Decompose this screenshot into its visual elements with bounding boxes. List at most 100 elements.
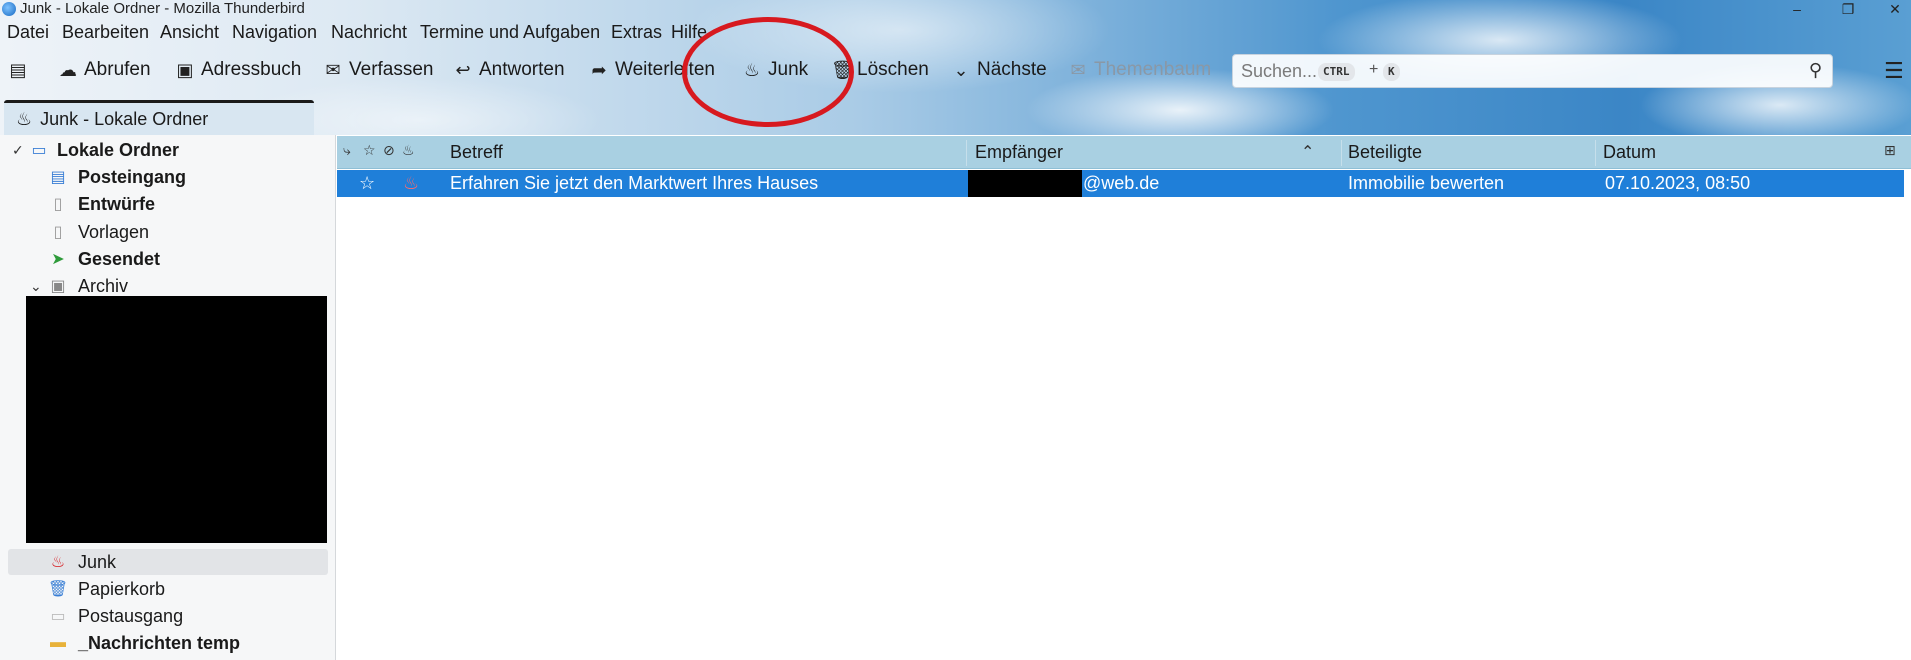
search-icon[interactable]: ⚲ [1809, 60, 1822, 81]
column-subject[interactable]: Betreff [450, 142, 503, 163]
minimize-button[interactable]: – [1782, 0, 1812, 18]
menu-termine[interactable]: Termine und Aufgaben [420, 22, 600, 43]
folder-nachrichten-temp[interactable]: ▬ _Nachrichten temp [0, 630, 336, 656]
archive-icon: ▣ [50, 278, 66, 295]
table-row[interactable]: ☆ ♨ Erfahren Sie jetzt den Marktwert Ihr… [337, 170, 1904, 197]
folder-label: _Nachrichten temp [78, 632, 241, 653]
folder-vorlagen[interactable]: ▯ Vorlagen [0, 219, 336, 245]
next-label: Nächste [977, 59, 1047, 80]
junk-icon: ♨ [743, 59, 761, 80]
junk-icon: ♨ [50, 554, 66, 571]
column-divider[interactable] [966, 140, 967, 166]
message-date: 07.10.2023, 08:50 [1605, 173, 1751, 193]
title-bar: Junk - Lokale Ordner - Mozilla Thunderbi… [0, 0, 1911, 18]
outbox-icon: ▭ [50, 608, 66, 625]
folder-postausgang[interactable]: ▭ Postausgang [0, 603, 336, 629]
shortcut-plus: + [1369, 61, 1379, 78]
column-recipient[interactable]: Empfänger [975, 142, 1063, 163]
folder-posteingang[interactable]: ▤ Posteingang [0, 164, 336, 190]
menu-extras[interactable]: Extras [611, 22, 662, 43]
delete-label: Löschen [857, 59, 929, 80]
reply-label: Antworten [479, 59, 565, 80]
folder-icon: ▭ [31, 142, 47, 159]
inbox-icon: ▤ [50, 169, 66, 186]
folder-label: Postausgang [78, 605, 184, 626]
window-title: Junk - Lokale Ordner - Mozilla Thunderbi… [20, 0, 305, 17]
get-messages-button[interactable]: ☁ Abrufen [58, 54, 151, 86]
search-placeholder: Suchen... [1241, 61, 1318, 81]
column-header-row: ⤷ ☆ ⊘ ♨ Betreff Empfänger ⌃ Beteiligte D… [337, 136, 1911, 169]
folder-entwuerfe[interactable]: ▯ Entwürfe [0, 191, 336, 217]
folder-junk[interactable]: ♨ Junk [0, 549, 336, 575]
template-icon: ▯ [53, 224, 63, 241]
tab-label: Junk - Lokale Ordner [40, 108, 209, 129]
menu-datei[interactable]: Datei [7, 22, 49, 43]
chevron-down-icon: ⌄ [953, 59, 969, 80]
address-book-button[interactable]: ▣ Adressbuch [175, 54, 301, 86]
message-recipient: @web.de [1083, 173, 1160, 193]
reply-button[interactable]: ↩ Antworten [453, 54, 565, 86]
threaded-view-button[interactable]: ✉ Themenbaum [1068, 54, 1211, 86]
restore-button[interactable]: ❐ [1833, 0, 1863, 18]
menu-nachricht[interactable]: Nachricht [331, 22, 407, 43]
column-date[interactable]: Datum [1603, 142, 1656, 163]
draft-icon: ▯ [53, 196, 63, 213]
shortcut-k-badge: K [1383, 63, 1400, 81]
cloud-download-icon: ☁ [59, 59, 77, 80]
address-book-label: Adressbuch [201, 59, 302, 80]
column-divider[interactable] [1595, 140, 1596, 166]
folder-icon: ▬ [50, 634, 66, 651]
folder-label: Posteingang [78, 166, 187, 187]
folder-gesendet[interactable]: ➤ Gesendet [0, 246, 336, 272]
compose-button[interactable]: ✉ Verfassen [323, 54, 433, 86]
junk-icon[interactable]: ♨ [403, 173, 419, 194]
column-picker-icon[interactable]: ⊞ [1884, 142, 1896, 159]
star-column-icon[interactable]: ☆ [363, 142, 376, 159]
reply-icon: ↩ [455, 59, 471, 80]
star-icon[interactable]: ☆ [359, 173, 375, 194]
app-menu-icon[interactable]: ☰ [1884, 58, 1906, 84]
folder-label: Papierkorb [78, 578, 166, 599]
attachment-column-icon[interactable]: ⊘ [383, 142, 395, 159]
folder-label: Lokale Ordner [57, 139, 180, 160]
thunderbird-icon [2, 2, 16, 16]
search-input[interactable]: Suchen... CTRL + K ⚲ [1232, 54, 1833, 88]
menu-bearbeiten[interactable]: Bearbeiten [62, 22, 149, 43]
close-button[interactable]: ✕ [1880, 0, 1910, 18]
forward-icon: ➦ [591, 59, 607, 80]
folder-label: Junk [78, 551, 117, 572]
folder-papierkorb[interactable]: 🗑 Papierkorb [0, 576, 336, 602]
folder-local-root[interactable]: ✓ ▭ Lokale Ordner [0, 137, 336, 163]
chevron-down-icon[interactable]: ⌄ [30, 278, 46, 295]
column-participants[interactable]: Beteiligte [1348, 142, 1422, 163]
chevron-down-icon[interactable]: ✓ [12, 142, 28, 159]
menu-ansicht[interactable]: Ansicht [160, 22, 219, 43]
folder-label: Vorlagen [78, 221, 150, 242]
shortcut-ctrl-badge: CTRL [1318, 63, 1355, 81]
delete-button[interactable]: 🗑 Löschen [831, 54, 929, 86]
compose-icon: ✉ [325, 59, 341, 80]
message-list: ⤷ ☆ ⊘ ♨ Betreff Empfänger ⌃ Beteiligte D… [337, 135, 1911, 660]
thread-column-icon[interactable]: ⤷ [343, 142, 351, 159]
message-subject: Erfahren Sie jetzt den Marktwert Ihres H… [450, 173, 819, 193]
folder-pane: ✓ ▭ Lokale Ordner ▤ Posteingang ▯ Entwür… [0, 135, 336, 660]
junk-label: Junk [768, 59, 809, 80]
junk-icon: ♨ [16, 108, 33, 129]
forward-button[interactable]: ➦ Weiterleiten [589, 54, 715, 86]
tab-junk[interactable]: ♨ Junk - Lokale Ordner [4, 100, 314, 135]
sidebar-icon: ▤ [9, 59, 27, 80]
folder-label: Gesendet [78, 248, 161, 269]
forward-label: Weiterleiten [615, 59, 715, 80]
junk-button[interactable]: ♨ Junk [742, 54, 808, 86]
next-button[interactable]: ⌄ Nächste [951, 54, 1047, 86]
folder-pane-toggle-button[interactable]: ▤ [8, 54, 28, 86]
sort-ascending-icon: ⌃ [1301, 144, 1315, 161]
menu-navigation[interactable]: Navigation [232, 22, 317, 43]
trash-icon: 🗑 [47, 581, 69, 598]
message-participants: Immobilie bewerten [1348, 173, 1505, 193]
column-divider[interactable] [1341, 140, 1342, 166]
folder-label: Archiv [78, 275, 129, 296]
address-book-icon: ▣ [176, 59, 194, 80]
menu-hilfe[interactable]: Hilfe [671, 22, 707, 43]
junk-column-icon[interactable]: ♨ [402, 142, 415, 159]
